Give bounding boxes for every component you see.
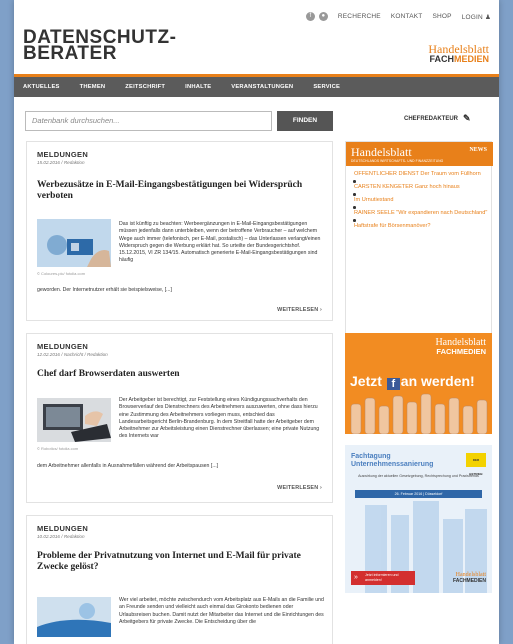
ad-title-line1: Fachtagung (351, 453, 391, 460)
ad-brand-fachmedien: FACHMEDIEN (452, 578, 486, 584)
article-excerpt-cont: geworden. Der Internetnutzer erhält sie … (37, 287, 172, 293)
read-more-link[interactable]: WEITERLESEN › (277, 485, 322, 491)
search-input[interactable]: Datenbank durchsuchen... (25, 111, 272, 131)
nav-inhalte[interactable]: INHALTE (175, 84, 221, 90)
social-icon[interactable]: ● (318, 12, 328, 21)
article-excerpt-cont: dem Arbeitnehmer allenfalls in Ausnahmef… (37, 463, 219, 469)
news-title: Handelsblatt (351, 145, 412, 159)
article-excerpt: Wer viel arbeitet, möchte zwischendurch … (119, 597, 324, 625)
read-more-label: WEITERLESEN (277, 485, 319, 491)
ad-slogan-pre: Jetzt (350, 373, 386, 389)
nav-zeitschrift[interactable]: ZEITSCHRIFT (115, 84, 175, 90)
nav-aktuelles[interactable]: AKTUELLES (14, 84, 70, 90)
ad-fachmedien: FACHMEDIEN (436, 347, 486, 356)
brand-fach: FACH (429, 54, 454, 64)
ad-slogan-post: an werden! (400, 373, 475, 389)
article-category: MELDUNGEN (37, 150, 89, 159)
nav-veranstaltungen[interactable]: VERANSTALTUNGEN (221, 84, 303, 90)
article-excerpt: Der Arbeitgeber ist berechtigt, zur Fest… (119, 397, 320, 440)
facebook-fan-ad[interactable]: Handelsblatt FACHMEDIEN Jetzt f an werden… (345, 333, 492, 434)
logo-line2: BERATER (23, 43, 117, 64)
ad-cta-button[interactable]: » Jetzt informieren und anmelden! (351, 571, 415, 585)
news-link[interactable]: RAINER SEELE "Wir expandieren nach Deuts… (353, 206, 489, 217)
shop-link[interactable]: SHOP (432, 13, 451, 20)
news-subtitle: DEUTSCHLANDS WIRTSCHAFTS- UND FINANZZEIT… (351, 159, 444, 163)
article-category: MELDUNGEN (37, 342, 89, 351)
news-link[interactable]: Im Urnutiestand (353, 193, 489, 204)
article-thumbnail[interactable] (37, 597, 111, 637)
site-logo[interactable]: DATENSCHUTZ- BERATER (23, 28, 176, 64)
nav-themen[interactable]: THEMEN (70, 84, 116, 90)
ad-title-line2: Unternehmenssanierung (351, 461, 434, 468)
login-label: LOGIN (461, 13, 483, 21)
news-tag: NEWS (469, 147, 487, 153)
article-card: MELDUNGEN 10.02.2016 / Redaktion Problem… (26, 515, 333, 644)
der-betrieb-logo: DER BETRIEB (466, 453, 486, 476)
facebook-icon[interactable]: f (305, 12, 315, 21)
article-card: MELDUNGEN 15.02.2016 / Redaktion Werbezu… (26, 141, 333, 321)
page: f ● RECHERCHE KONTAKT SHOP LOGIN ♟ DATEN… (14, 0, 499, 644)
article-thumbnail[interactable] (37, 398, 111, 442)
article-title[interactable]: Chef darf Browserdaten auswerten (37, 369, 327, 380)
news-link[interactable]: Haftstrafe für Börsenmanöver? (353, 219, 489, 230)
image-credit: © Robotics/ fotolia.com (37, 446, 79, 451)
article-title[interactable]: Werbezusätze in E-Mail-Eingangsbestätigu… (37, 180, 327, 202)
image-credit: © Coloures-pic/ fotolia.com (37, 271, 86, 276)
search-button[interactable]: FINDEN (277, 111, 333, 131)
article-meta: 15.02.2016 / Redaktion (37, 160, 85, 165)
ad-title: Fachtagung Unternehmenssanierung (351, 453, 433, 469)
chefredakteur-link[interactable]: CHEFREDAKTEUR ✎ (404, 113, 471, 124)
read-more-link[interactable]: WEITERLESEN › (277, 307, 322, 313)
chevron-right-icon: › (320, 485, 322, 491)
news-link[interactable]: CARSTEN KENGETER Ganz hoch hinaus (353, 180, 489, 191)
read-more-label: WEITERLESEN (277, 307, 319, 313)
thumbs-up-hands-image (345, 390, 492, 434)
news-links: OFFENTLICHER DIENST Der Traum vom Füllho… (353, 171, 489, 236)
ad-cta-label: Jetzt informieren und anmelden! (365, 573, 399, 582)
double-chevron-icon: » (354, 574, 358, 581)
fachtagung-ad[interactable]: Fachtagung Unternehmenssanierung DER BET… (345, 445, 492, 593)
user-icon: ♟ (484, 13, 491, 21)
brand-fachmedien: FACHMEDIEN (428, 55, 489, 64)
news-link[interactable]: OFFENTLICHER DIENST Der Traum vom Füllho… (354, 171, 489, 178)
news-header[interactable]: Handelsblatt NEWS DEUTSCHLANDS WIRTSCHAF… (346, 142, 493, 166)
handelsblatt-fachmedien-logo[interactable]: Handelsblatt FACHMEDIEN (428, 43, 489, 64)
ad-subtitle: Auswirkung der aktuellen Gesetzgebung, R… (358, 474, 479, 478)
article-card: MELDUNGEN 12.02.2016 / Nachricht / Redak… (26, 333, 333, 503)
nav-service[interactable]: SERVICE (303, 84, 350, 90)
ad-brand: Handelsblatt FACHMEDIEN (453, 572, 486, 584)
article-category: MELDUNGEN (37, 524, 89, 533)
pen-icon: ✎ (463, 113, 471, 123)
brand-medien: MEDIEN (453, 54, 489, 64)
ad-slogan: Jetzt f an werden! (350, 373, 475, 391)
utility-bar: f ● RECHERCHE KONTAKT SHOP LOGIN ♟ (305, 12, 491, 21)
article-meta: 10.02.2016 / Redaktion (37, 534, 85, 539)
login-link[interactable]: LOGIN ♟ (462, 13, 491, 21)
ad-date: 26. Februar 2016 | Düsseldorf (355, 490, 482, 498)
article-meta: 12.02.2016 / Nachricht / Redaktion (37, 352, 108, 357)
recherche-link[interactable]: RECHERCHE (338, 13, 381, 20)
main-nav: AKTUELLES THEMEN ZEITSCHRIFT INHALTE VER… (14, 77, 499, 97)
article-excerpt: Das ist künftig zu beachten: Werbeergänz… (119, 221, 321, 264)
chefredakteur-label: CHEFREDAKTEUR (404, 115, 458, 122)
chevron-right-icon: › (320, 307, 322, 313)
article-title[interactable]: Probleme der Privatnutzung von Internet … (37, 551, 327, 573)
kontakt-link[interactable]: KONTAKT (391, 13, 423, 20)
article-thumbnail[interactable] (37, 219, 111, 267)
